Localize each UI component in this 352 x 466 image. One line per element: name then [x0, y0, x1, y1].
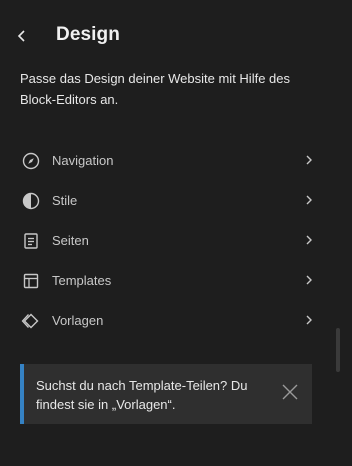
- info-notice: Suchst du nach Template-Teilen? Du finde…: [20, 364, 312, 424]
- layout-icon: [21, 271, 41, 291]
- nav-item-templates[interactable]: Templates: [0, 261, 340, 301]
- nav-item-navigation[interactable]: Navigation: [0, 141, 340, 181]
- scrollbar-thumb[interactable]: [336, 328, 340, 372]
- chevron-left-icon: [17, 30, 25, 42]
- nav-item-label: Stile: [52, 193, 78, 208]
- chevron-right-icon: [302, 313, 316, 327]
- page-title: Design: [56, 24, 120, 45]
- page-icon: [21, 231, 41, 251]
- design-panel: Design Passe das Design deiner Website m…: [0, 0, 352, 466]
- half-circle-icon: [21, 191, 41, 211]
- diamond-icon: [21, 311, 41, 331]
- nav-item-label: Seiten: [52, 233, 89, 248]
- back-button[interactable]: [8, 20, 36, 52]
- nav-item-stile[interactable]: Stile: [0, 181, 340, 221]
- nav-item-label: Vorlagen: [52, 313, 104, 328]
- panel-header: Design: [0, 18, 352, 54]
- chevron-right-icon: [302, 193, 316, 207]
- panel-description: Passe das Design deiner Website mit Hilf…: [20, 71, 290, 107]
- nav-item-label: Templates: [52, 273, 112, 288]
- nav-list: Navigation Stile Seiten Templates Vorlag…: [0, 141, 340, 341]
- nav-item-seiten[interactable]: Seiten: [0, 221, 340, 261]
- notice-text: Suchst du nach Template-Teilen? Du finde…: [36, 378, 248, 412]
- chevron-right-icon: [302, 153, 316, 167]
- compass-icon: [21, 151, 41, 171]
- nav-item-vorlagen[interactable]: Vorlagen: [0, 301, 340, 341]
- close-icon: [282, 384, 298, 400]
- chevron-right-icon: [302, 273, 316, 287]
- chevron-right-icon: [302, 233, 316, 247]
- nav-item-label: Navigation: [52, 153, 114, 168]
- close-button[interactable]: [278, 380, 302, 404]
